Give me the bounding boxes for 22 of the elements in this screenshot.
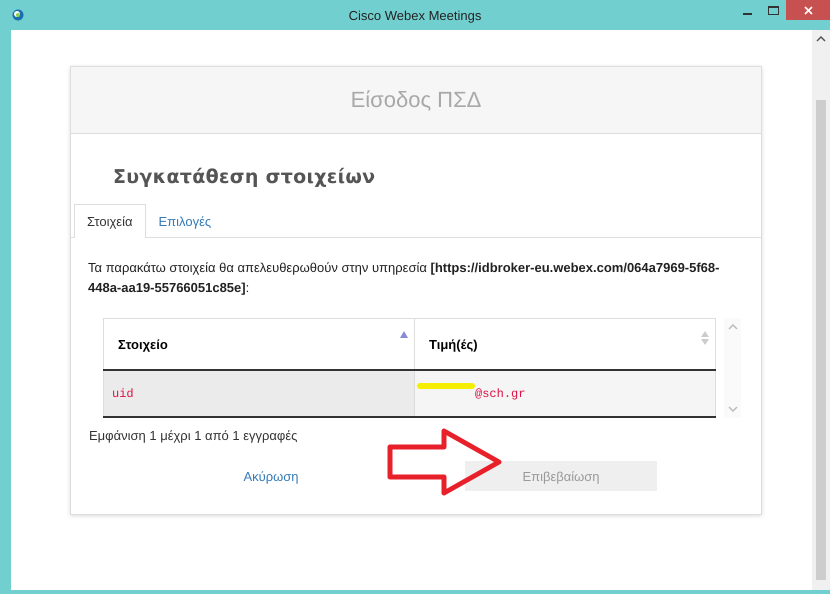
tab[interactable]: Στοιχεία bbox=[74, 204, 146, 238]
tab[interactable]: Επιλογές bbox=[146, 204, 224, 238]
sort-ascending-icon[interactable] bbox=[400, 331, 408, 338]
window-title: Cisco Webex Meetings bbox=[348, 8, 482, 22]
minimize-icon bbox=[742, 13, 752, 15]
table-scrollbar[interactable] bbox=[724, 318, 741, 418]
cancel-button[interactable]: Ακύρωση bbox=[243, 461, 299, 491]
window-scrollbar[interactable] bbox=[812, 30, 830, 590]
table-cell: @sch.gr bbox=[475, 386, 526, 401]
column-header[interactable]: Στοιχείο bbox=[118, 336, 168, 352]
app-icon bbox=[12, 9, 24, 21]
sort-icon[interactable] bbox=[701, 331, 709, 345]
consent-heading: Συγκατάθεση στοιχείων bbox=[113, 166, 376, 188]
card-header: Είσοδος ΠΣΔ bbox=[71, 67, 761, 134]
table-cell: uid bbox=[112, 386, 134, 401]
maximize-icon bbox=[768, 6, 778, 14]
release-description: Τα παρακάτω στοιχεία θα απελευθερωθούν στην υπηρεσία [https://idbroker-eu.webex.com/064a7969-5f68-448a-aa19-55766051c85e]: bbox=[88, 259, 720, 297]
close-button[interactable] bbox=[786, 0, 830, 20]
table-info: Εμφάνιση 1 μέχρι 1 από 1 εγγραφές bbox=[89, 428, 298, 443]
column-header[interactable]: Τιμή(ές) bbox=[429, 336, 478, 352]
scroll-down-icon[interactable] bbox=[728, 406, 738, 412]
close-icon bbox=[804, 6, 812, 14]
